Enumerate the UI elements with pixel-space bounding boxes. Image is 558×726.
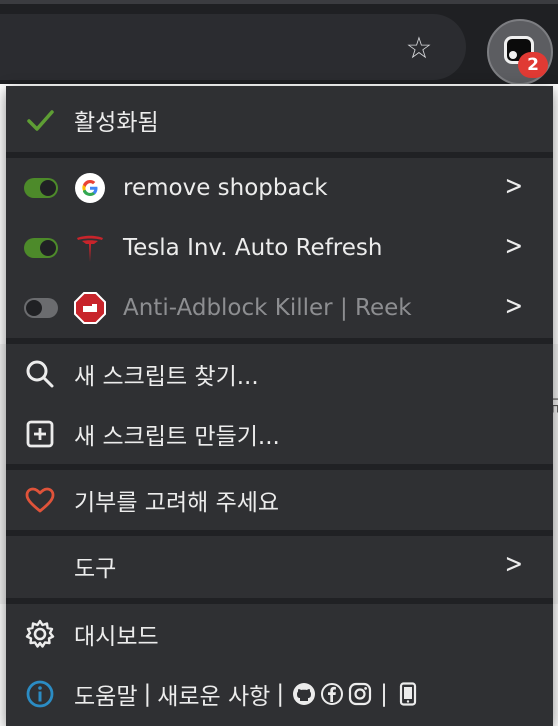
- script-count-badge: 2: [518, 52, 548, 78]
- find-new-scripts-label: 새 스크립트 찾기...: [74, 364, 259, 390]
- help-link[interactable]: 도움말: [74, 677, 137, 711]
- mobile-phone-icon[interactable]: [396, 682, 420, 706]
- create-new-script-item[interactable]: 새 스크립트 만들기...: [6, 404, 553, 464]
- dashboard-item[interactable]: 대시보드: [6, 604, 553, 664]
- script-enabled-toggle[interactable]: [24, 178, 58, 198]
- heart-icon: [25, 487, 55, 513]
- footer-links: 도움말 | 새로운 사항 | |: [74, 664, 422, 724]
- script-name: remove shopback: [123, 175, 328, 201]
- facebook-icon[interactable]: [320, 682, 344, 706]
- create-new-script-label: 새 스크립트 만들기...: [74, 424, 280, 450]
- donate-label: 기부를 고려해 주세요: [74, 490, 280, 516]
- script-enabled-toggle[interactable]: [24, 238, 58, 258]
- stop-hand-icon: [74, 292, 106, 324]
- script-name: Anti-Adblock Killer | Reek: [123, 295, 412, 321]
- info-icon: [26, 680, 54, 708]
- scripts-section: remove shopback > Tesla Inv. Auto Refres…: [6, 158, 553, 338]
- script-disabled-toggle[interactable]: [24, 298, 58, 318]
- tools-item[interactable]: 도구 >: [6, 536, 553, 596]
- chevron-right-icon[interactable]: >: [505, 232, 523, 262]
- enabled-toggle-row[interactable]: 활성화됨: [6, 90, 553, 150]
- separator: |: [143, 681, 152, 707]
- find-new-scripts-item[interactable]: 새 스크립트 찾기...: [6, 344, 553, 404]
- donate-item[interactable]: 기부를 고려해 주세요: [6, 470, 553, 530]
- checkmark-icon: [27, 110, 54, 131]
- donate-section: 기부를 고려해 주세요: [6, 470, 553, 530]
- script-item-anti-adblock-killer[interactable]: Anti-Adblock Killer | Reek >: [6, 278, 553, 338]
- status-section: 활성화됨: [6, 86, 553, 152]
- extension-popup-menu: 활성화됨 remove shopback > Tesla Inv. Auto R…: [6, 86, 553, 726]
- dashboard-section: 대시보드 도움말 | 새로운 사항 | |: [6, 604, 553, 726]
- footer-row: 도움말 | 새로운 사항 | |: [6, 664, 553, 724]
- gear-icon: [25, 619, 55, 648]
- chevron-right-icon[interactable]: >: [505, 172, 523, 202]
- separator: |: [276, 681, 285, 707]
- separator: |: [380, 681, 388, 707]
- github-icon[interactable]: [292, 682, 316, 706]
- tools-label: 도구: [74, 556, 117, 582]
- script-item-remove-shopback[interactable]: remove shopback >: [6, 158, 553, 218]
- address-bar[interactable]: [0, 14, 466, 80]
- script-name: Tesla Inv. Auto Refresh: [123, 235, 383, 261]
- chevron-right-icon[interactable]: >: [505, 550, 523, 580]
- search-icon: [26, 360, 54, 388]
- browser-toolbar: ☆ 2: [0, 0, 558, 85]
- google-g-icon: [75, 173, 105, 203]
- changelog-link[interactable]: 새로운 사항: [157, 677, 270, 711]
- instagram-icon[interactable]: [348, 682, 372, 706]
- chevron-right-icon[interactable]: >: [505, 292, 523, 322]
- star-outline-icon[interactable]: ☆: [398, 28, 440, 70]
- dashboard-label: 대시보드: [74, 624, 159, 650]
- enabled-status-label: 활성화됨: [74, 110, 159, 136]
- tesla-logo-icon: [77, 235, 103, 262]
- plus-square-icon: [26, 420, 54, 448]
- actions-section: 새 스크립트 찾기... 새 스크립트 만들기...: [6, 344, 553, 464]
- tools-section: 도구 >: [6, 536, 553, 598]
- script-item-tesla-inv-auto-refresh[interactable]: Tesla Inv. Auto Refresh >: [6, 218, 553, 278]
